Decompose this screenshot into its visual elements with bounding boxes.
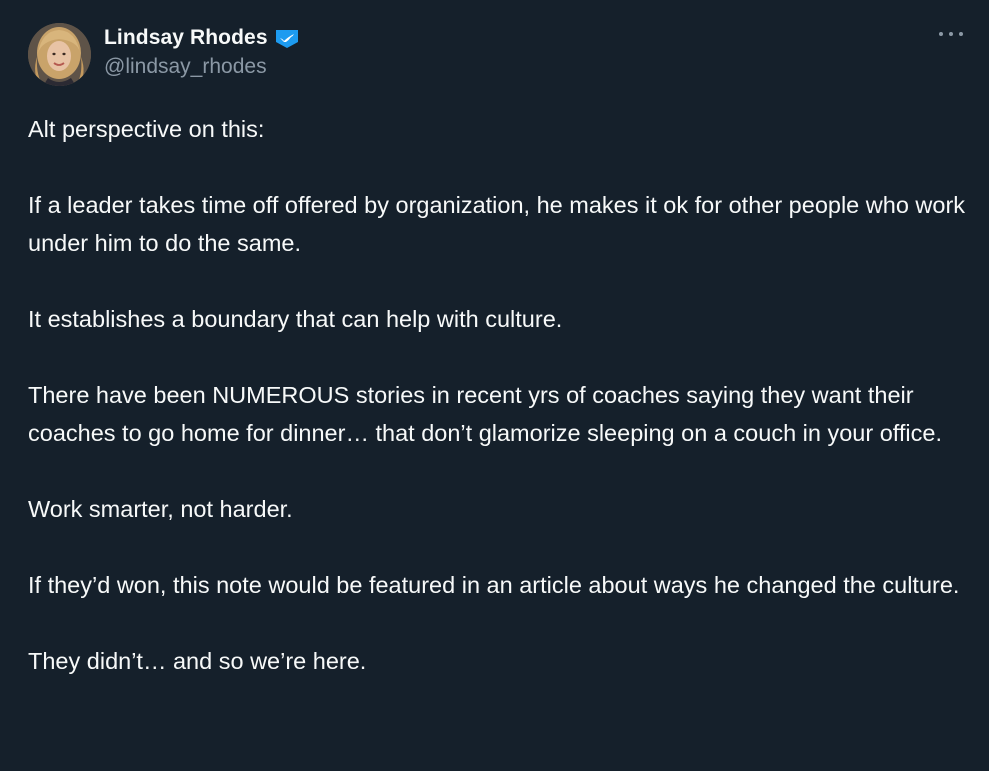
tweet: Lindsay Rhodes @lindsay_rhodes Alt persp… bbox=[0, 0, 989, 771]
tweet-paragraph: They didn’t… and so we’re here. bbox=[28, 648, 367, 674]
author-handle[interactable]: @lindsay_rhodes bbox=[104, 55, 300, 79]
author-display-name[interactable]: Lindsay Rhodes bbox=[104, 26, 268, 50]
more-options-icon[interactable] bbox=[939, 24, 963, 44]
tweet-header: Lindsay Rhodes @lindsay_rhodes bbox=[28, 20, 969, 90]
tweet-paragraph: If a leader takes time off offered by or… bbox=[28, 192, 966, 256]
tweet-paragraph: It establishes a boundary that can help … bbox=[28, 306, 563, 332]
tweet-paragraph: If they’d won, this note would be featur… bbox=[28, 572, 960, 598]
tweet-paragraph: There have been NUMEROUS stories in rece… bbox=[28, 382, 942, 446]
tweet-text: Alt perspective on this: If a leader tak… bbox=[28, 110, 968, 680]
display-name-row: Lindsay Rhodes bbox=[104, 24, 300, 52]
dot bbox=[959, 32, 963, 36]
author-names: Lindsay Rhodes @lindsay_rhodes bbox=[104, 24, 300, 79]
dot bbox=[939, 32, 943, 36]
verified-badge-icon[interactable] bbox=[274, 27, 300, 49]
dot bbox=[949, 32, 953, 36]
tweet-paragraph: Alt perspective on this: bbox=[28, 116, 265, 142]
avatar[interactable] bbox=[28, 23, 91, 86]
tweet-paragraph: Work smarter, not harder. bbox=[28, 496, 293, 522]
